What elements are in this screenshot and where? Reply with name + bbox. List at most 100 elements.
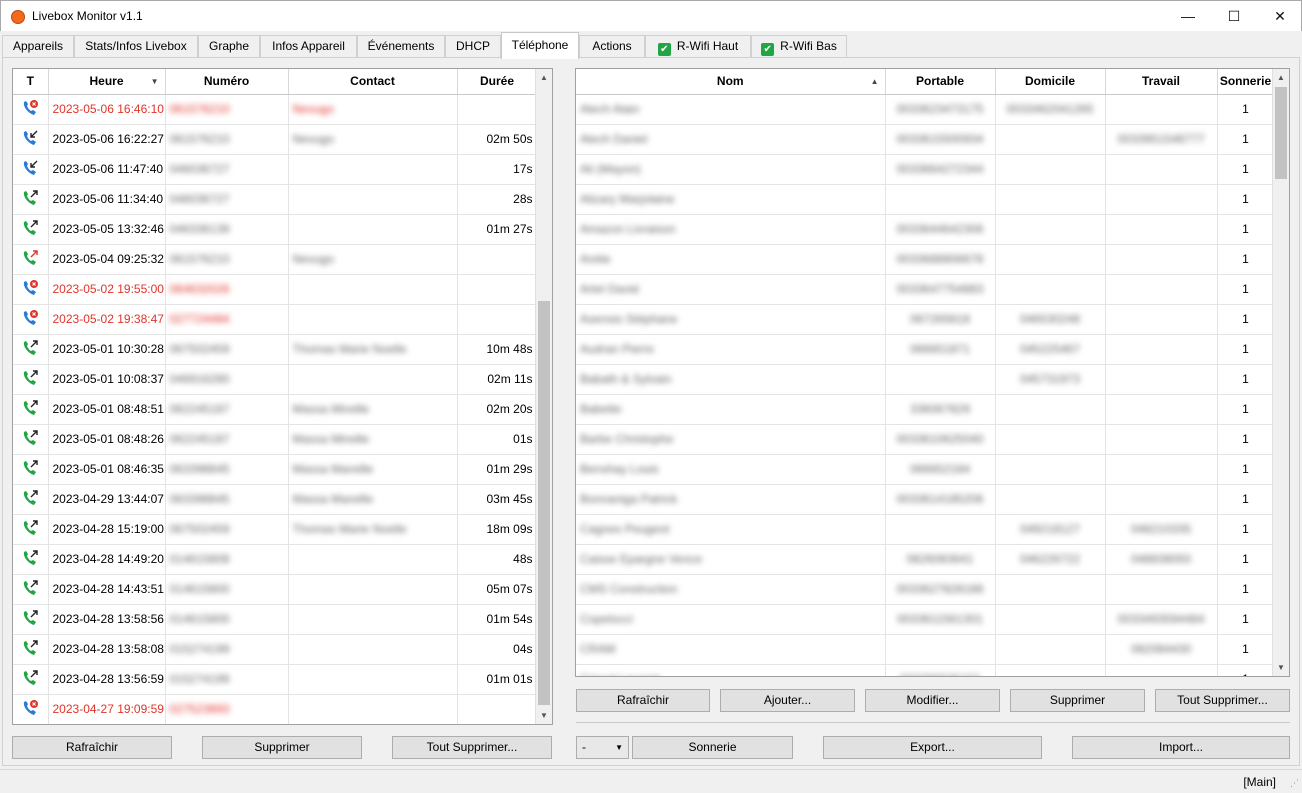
contact-row[interactable]: Copelocci 0033611561301 0033493594484 1: [576, 604, 1275, 635]
tab-r-wifi-haut[interactable]: ✔ R-Wifi Haut: [645, 35, 751, 58]
call-log-grid[interactable]: T Heure ▼ Numéro Contact Durée 2023-05-06…: [12, 68, 553, 725]
contact-row[interactable]: Caisse Epargne Vence 0826083641 046226722 0…: [576, 544, 1275, 575]
close-button[interactable]: ✕: [1257, 1, 1302, 32]
contact-row[interactable]: CMS Construction 0033627828188 1: [576, 574, 1275, 605]
contact-row[interactable]: Alech Daniel 0033615500934 0033951548777 1: [576, 124, 1275, 155]
scroll-up-arrow-icon[interactable]: ▲: [1273, 69, 1289, 86]
contact-name-cell: CMS Construction: [576, 574, 886, 605]
checkbox-checked-icon[interactable]: ✔: [761, 43, 775, 56]
calls-refresh-button[interactable]: Rafraîchir: [12, 736, 172, 759]
maximize-button[interactable]: ☐: [1211, 1, 1257, 32]
scrollbar-thumb[interactable]: [1275, 87, 1287, 179]
call-number-cell: 015274199: [165, 634, 289, 665]
column-header-contact[interactable]: Contact: [288, 69, 458, 95]
contact-row[interactable]: Amazon Livraison 0033644642306 1: [576, 214, 1275, 245]
contact-name: CRAM: [580, 642, 616, 656]
contact-row[interactable]: Crioud Laurent 003366535152 1: [576, 664, 1275, 676]
call-type-cell: [13, 244, 49, 275]
contacts-delete-all-button[interactable]: Tout Supprimer...: [1155, 689, 1290, 712]
call-row[interactable]: 2023-04-29 13:44:07 063398845 Massa Mareil…: [13, 484, 538, 515]
call-row[interactable]: 2023-05-06 16:22:27 061576210 Nevugo 02m 50…: [13, 124, 538, 155]
import-button[interactable]: Import...: [1072, 736, 1290, 759]
call-row[interactable]: 2023-04-28 13:56:59 015274199 01m 01s: [13, 664, 538, 695]
contact-row[interactable]: Audran Pierre 066651871 045225467 1: [576, 334, 1275, 365]
call-row[interactable]: 2023-05-01 08:48:26 062245187 Massa Mireil…: [13, 424, 538, 455]
ringtone-button[interactable]: Sonnerie: [632, 736, 793, 759]
call-row[interactable]: 2023-05-06 16:46:10 061576210 Nevugo: [13, 94, 538, 125]
column-header-duration[interactable]: Durée: [457, 69, 538, 95]
call-row[interactable]: 2023-05-06 11:34:40 046036727 28s: [13, 184, 538, 215]
contact-row[interactable]: Babath & Sylvain 045731973 1: [576, 364, 1275, 395]
contact-row[interactable]: Babette 336067829 1: [576, 394, 1275, 425]
contact-row[interactable]: CRAM 082084430 1: [576, 634, 1275, 665]
tab-evenements[interactable]: Événements: [357, 35, 445, 58]
tab-r-wifi-bas[interactable]: ✔ R-Wifi Bas: [751, 35, 847, 58]
contact-row[interactable]: Artel David 0033647754883 1: [576, 274, 1275, 305]
tab-appareils[interactable]: Appareils: [2, 35, 74, 58]
tab-stats-infos-livebox[interactable]: Stats/Infos Livebox: [74, 35, 198, 58]
column-header-work[interactable]: Travail: [1105, 69, 1218, 95]
tab-dhcp[interactable]: DHCP: [445, 35, 501, 58]
call-row[interactable]: 2023-05-01 10:08:37 046916280 02m 11s: [13, 364, 538, 395]
column-header-name[interactable]: Nom ▲: [576, 69, 886, 95]
call-row[interactable]: 2023-05-01 10:30:28 067502459 Thomas Marie…: [13, 334, 538, 365]
call-duration-cell: 01s: [457, 424, 538, 455]
contact-row[interactable]: Ali (Mayon) 0033664272344 1: [576, 154, 1275, 185]
contacts-delete-button[interactable]: Supprimer: [1010, 689, 1145, 712]
tab-telephone[interactable]: Téléphone: [501, 32, 579, 59]
contacts-grid[interactable]: Nom ▲ Portable Domicile Travail Sonnerie …: [575, 68, 1290, 677]
call-row[interactable]: 2023-05-01 08:46:35 063398845 Massa Mareil…: [13, 454, 538, 485]
contact-row[interactable]: Barbe Christophe 0033610625040 1: [576, 424, 1275, 455]
column-header-ringtone[interactable]: Sonnerie: [1217, 69, 1275, 95]
call-row[interactable]: 2023-05-06 11:47:40 046036727 17s: [13, 154, 538, 185]
call-log-scrollbar[interactable]: ▲ ▼: [535, 69, 552, 724]
calls-delete-button[interactable]: Supprimer: [202, 736, 362, 759]
contact-row[interactable]: Arelie 0033688806678 1: [576, 244, 1275, 275]
call-row[interactable]: 2023-04-28 13:58:56 014615800 01m 54s: [13, 604, 538, 635]
call-row[interactable]: 2023-04-27 19:09:59 027523893: [13, 694, 538, 724]
checkbox-checked-icon[interactable]: ✔: [657, 43, 671, 56]
scroll-down-arrow-icon[interactable]: ▼: [536, 707, 552, 724]
call-row[interactable]: 2023-05-05 13:32:46 046336139 01m 27s: [13, 214, 538, 245]
ringtone-select[interactable]: - ▼: [576, 736, 629, 759]
call-row[interactable]: 2023-05-02 19:38:47 027724484: [13, 304, 538, 335]
contacts-add-button[interactable]: Ajouter...: [720, 689, 855, 712]
scroll-down-arrow-icon[interactable]: ▼: [1273, 659, 1289, 676]
contact-row[interactable]: Alech Alain 0033623473175 0033462041265 1: [576, 94, 1275, 125]
call-time-cell: 2023-04-28 14:49:20: [48, 544, 166, 575]
column-header-mobile[interactable]: Portable: [885, 69, 996, 95]
column-header-number[interactable]: Numéro: [165, 69, 289, 95]
resize-grip-icon[interactable]: ⋰: [1290, 778, 1299, 789]
call-row[interactable]: 2023-05-02 19:55:00 064632026: [13, 274, 538, 305]
contact-ringtone-cell: 1: [1217, 394, 1275, 425]
outgoing-call-icon: [20, 369, 40, 389]
call-type-cell: [13, 94, 49, 125]
tab-infos-appareil[interactable]: Infos Appareil: [260, 35, 357, 58]
tab-actions[interactable]: Actions: [579, 35, 645, 58]
contact-row[interactable]: Asensio Stéphane 067265618 046530248 1: [576, 304, 1275, 335]
call-number-cell: 061576210: [165, 124, 289, 155]
contacts-refresh-button[interactable]: Rafraîchir: [576, 689, 710, 712]
tab-graphe[interactable]: Graphe: [198, 35, 260, 58]
scrollbar-thumb[interactable]: [538, 301, 550, 705]
call-row[interactable]: 2023-05-01 08:48:51 062245187 Massa Mireil…: [13, 394, 538, 425]
call-row[interactable]: 2023-04-28 15:19:00 067502459 Thomas Marie…: [13, 514, 538, 545]
contact-ringtone-cell: 1: [1217, 664, 1275, 676]
minimize-button[interactable]: —: [1165, 1, 1211, 32]
scroll-up-arrow-icon[interactable]: ▲: [536, 69, 552, 86]
contact-row[interactable]: Alizary Marjolaine 1: [576, 184, 1275, 215]
call-row[interactable]: 2023-04-28 14:49:20 014615808 48s: [13, 544, 538, 575]
calls-delete-all-button[interactable]: Tout Supprimer...: [392, 736, 552, 759]
export-button[interactable]: Export...: [823, 736, 1042, 759]
contact-row[interactable]: Benshay Louis 066652184 1: [576, 454, 1275, 485]
contacts-scrollbar[interactable]: ▲ ▼: [1272, 69, 1289, 676]
call-row[interactable]: 2023-05-04 09:25:32 061576210 Nevugo: [13, 244, 538, 275]
call-row[interactable]: 2023-04-28 14:43:51 014615800 05m 07s: [13, 574, 538, 605]
contact-row[interactable]: Cagnes Peugeot 049218127 048210335 1: [576, 514, 1275, 545]
column-header-home[interactable]: Domicile: [995, 69, 1106, 95]
column-header-type[interactable]: T: [13, 69, 49, 95]
contact-row[interactable]: Bonnaniga Patrick 0033614185206 1: [576, 484, 1275, 515]
contacts-edit-button[interactable]: Modifier...: [865, 689, 1000, 712]
column-header-time[interactable]: Heure ▼: [48, 69, 166, 95]
call-row[interactable]: 2023-04-28 13:58:08 015274199 04s: [13, 634, 538, 665]
